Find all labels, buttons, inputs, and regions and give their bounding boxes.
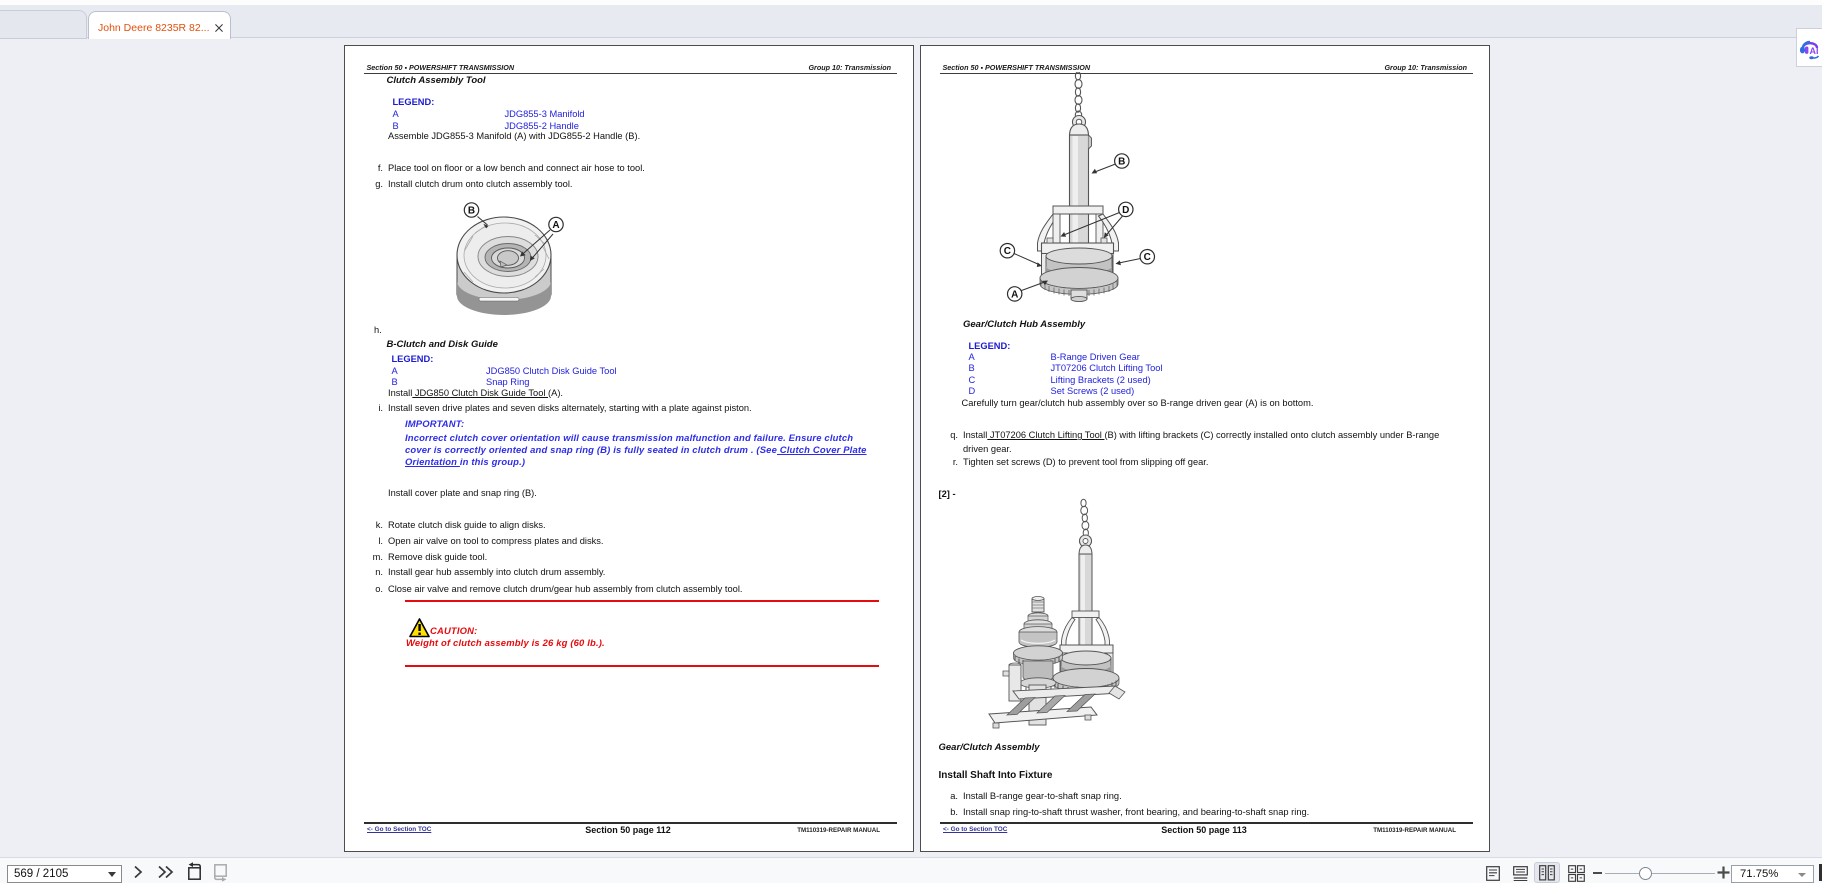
- svg-text:B: B: [1118, 157, 1125, 168]
- svg-text:D: D: [1122, 205, 1129, 216]
- svg-text:B: B: [468, 206, 475, 217]
- svg-text:C: C: [1144, 252, 1151, 263]
- svg-text:A: A: [1011, 289, 1018, 300]
- svg-text:AI: AI: [1810, 46, 1819, 56]
- svg-text:C: C: [1004, 246, 1011, 257]
- svg-text:A: A: [552, 220, 559, 231]
